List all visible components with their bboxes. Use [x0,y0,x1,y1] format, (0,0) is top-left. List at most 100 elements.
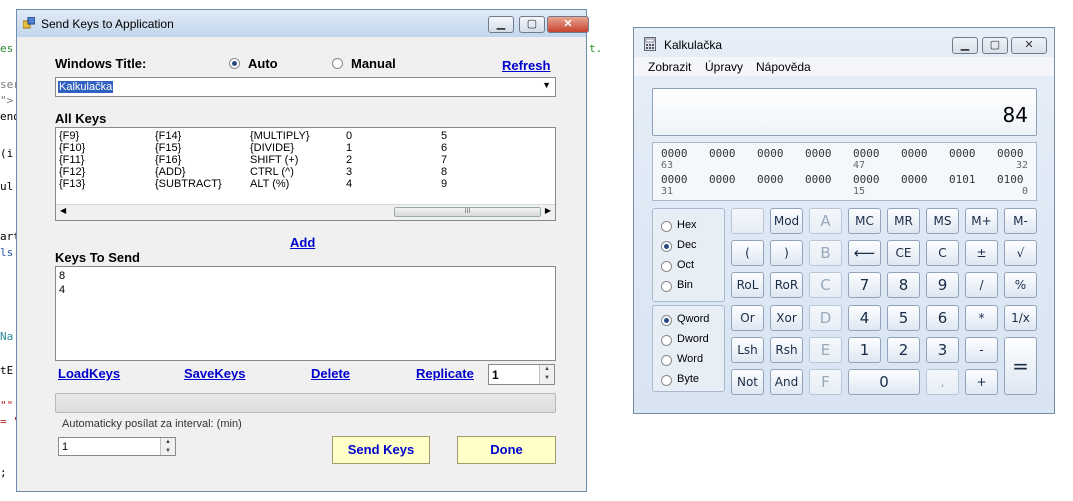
bit-group[interactable]: 0000 [805,147,832,160]
radio-hex[interactable] [661,221,672,232]
hex-d-button[interactable]: D [809,305,842,331]
open-paren-button[interactable]: ( [731,240,764,266]
bit-group[interactable]: 0000 [901,147,928,160]
multiply-button[interactable]: * [965,305,998,331]
plus-button[interactable]: + [965,369,998,395]
digit-6-button[interactable]: 6 [926,305,959,331]
list-item[interactable]: CTRL (^) [250,166,294,178]
radio-qword[interactable] [661,315,672,326]
digit-5-button[interactable]: 5 [887,305,920,331]
scroll-thumb[interactable]: III [394,207,541,217]
replicate-stepper[interactable]: 1 ▲ ▼ [488,364,555,385]
list-item[interactable]: 1 [346,142,352,154]
list-item[interactable]: {F16} [155,154,181,166]
digit-0-button[interactable]: 0 [848,369,920,395]
list-item[interactable]: 4 [346,178,352,190]
radio-word[interactable] [661,355,672,366]
spin-arrows-icon[interactable]: ▲ ▼ [539,365,554,384]
bit-group[interactable]: 0000 [853,147,880,160]
digit-3-button[interactable]: 3 [926,337,959,363]
bit-group[interactable]: 0000 [901,173,928,186]
title-bar[interactable]: Send Keys to Application ▁ ▢ ✕ [17,10,589,37]
mr-button[interactable]: MR [887,208,920,234]
delete-link[interactable]: Delete [311,366,350,381]
done-button[interactable]: Done [457,436,556,464]
list-item[interactable]: SHIFT (+) [250,154,298,166]
hex-b-button[interactable]: B [809,240,842,266]
add-link[interactable]: Add [290,235,315,250]
lsh-button[interactable]: Lsh [731,337,764,363]
maximize-icon[interactable]: ▢ [982,37,1008,54]
bit-group[interactable]: 0000 [661,173,688,186]
send-keys-button[interactable]: Send Keys [332,436,430,464]
digit-1-button[interactable]: 1 [848,337,881,363]
replicate-link[interactable]: Replicate [416,366,474,381]
ror-button[interactable]: RoR [770,272,803,298]
bit-group[interactable]: 0000 [805,173,832,186]
chevron-down-icon[interactable]: ▼ [542,80,551,90]
hex-e-button[interactable]: E [809,337,842,363]
radio-dec[interactable] [661,241,672,252]
list-item[interactable]: 2 [346,154,352,166]
list-item[interactable]: {F10} [59,142,85,154]
list-item[interactable]: 3 [346,166,352,178]
m-minus-button[interactable]: M- [1004,208,1037,234]
xor-button[interactable]: Xor [770,305,803,331]
digit-9-button[interactable]: 9 [926,272,959,298]
close-paren-button[interactable]: ) [770,240,803,266]
list-item[interactable]: {DIVIDE} [250,142,294,154]
list-item[interactable]: {ADD} [155,166,186,178]
horizontal-scrollbar[interactable]: ◀ III ▶ [56,204,555,220]
list-item[interactable]: {F15} [155,142,181,154]
maximize-icon[interactable]: ▢ [519,16,545,33]
bit-group[interactable]: 0000 [709,147,736,160]
rsh-button[interactable]: Rsh [770,337,803,363]
clear-button[interactable]: C [926,240,959,266]
divide-button[interactable]: / [965,272,998,298]
list-item[interactable]: 9 [441,178,447,190]
bit-group[interactable]: 0101 [949,173,976,186]
decimal-button[interactable]: , [926,369,959,395]
mc-button[interactable]: MC [848,208,881,234]
hex-f-button[interactable]: F [809,369,842,395]
minus-button[interactable]: - [965,337,998,363]
and-button[interactable]: And [770,369,803,395]
scroll-right-icon[interactable]: ▶ [545,206,551,215]
list-item[interactable]: 5 [441,130,447,142]
percent-button[interactable]: % [1004,272,1037,298]
window-select[interactable]: Kalkulačka ▼ [55,77,556,97]
close-icon[interactable]: ✕ [547,16,589,33]
list-item[interactable]: 7 [441,154,447,166]
equals-button[interactable]: = [1004,337,1037,395]
bit-group[interactable]: 0000 [853,173,880,186]
all-keys-list[interactable]: {F9} {F10} {F11} {F12} {F13} {F14} {F15} {F16}{… [55,127,556,221]
bit-group[interactable]: 0000 [709,173,736,186]
bit-group[interactable]: 0000 [949,147,976,160]
scroll-left-icon[interactable]: ◀ [60,206,66,215]
rol-button[interactable]: RoL [731,272,764,298]
spin-arrows-icon[interactable]: ▲ ▼ [160,438,175,455]
list-item[interactable]: {MULTIPLY} [250,130,310,142]
bit-group[interactable]: 0000 [757,173,784,186]
backspace-icon[interactable]: ⟵ [848,240,881,266]
digit-8-button[interactable]: 8 [887,272,920,298]
radio-byte[interactable] [661,375,672,386]
not-button[interactable]: Not [731,369,764,395]
keys-to-send-list[interactable]: 8 4 [55,266,556,361]
list-item[interactable]: 4 [59,284,65,296]
minimize-icon[interactable]: ▁ [952,37,978,54]
hex-c-button[interactable]: C [809,272,842,298]
minimize-icon[interactable]: ▁ [488,16,514,33]
list-item[interactable]: ALT (%) [250,178,289,190]
digit-2-button[interactable]: 2 [887,337,920,363]
hex-a-button[interactable]: A [809,208,842,234]
title-bar[interactable]: Kalkulačka ▁ ▢ ✕ [634,28,1054,57]
load-keys-link[interactable]: LoadKeys [58,366,120,381]
list-item[interactable]: {F12} [59,166,85,178]
save-keys-link[interactable]: SaveKeys [184,366,245,381]
list-item[interactable]: {F14} [155,130,181,142]
ms-button[interactable]: MS [926,208,959,234]
list-item[interactable]: 6 [441,142,447,154]
bit-group[interactable]: 0000 [997,147,1024,160]
mod-button[interactable]: Mod [770,208,803,234]
